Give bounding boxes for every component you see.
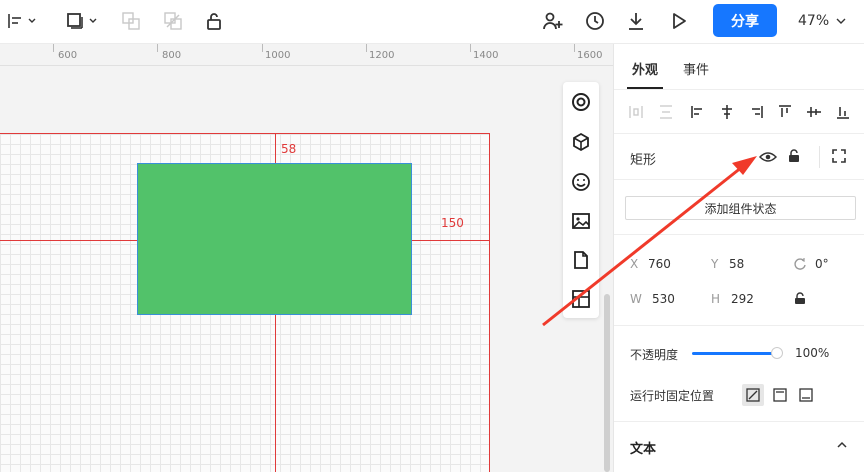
lock-button[interactable] (203, 7, 225, 35)
guide-right-label: 150 (441, 216, 464, 230)
divider (614, 325, 864, 326)
add-user-button[interactable] (541, 7, 565, 35)
align-left-icon (8, 14, 36, 28)
distribute-vertical-icon[interactable] (658, 104, 674, 120)
properties-panel: 外观 事件 矩形 添加组件状态 X 760 Y 58 0° W 530 H 29… (613, 44, 864, 472)
chevron-up-icon[interactable] (836, 440, 848, 450)
align-right-icon[interactable] (748, 104, 764, 120)
fix-bottom-icon (799, 388, 813, 402)
unlock-icon[interactable] (788, 149, 800, 163)
add-state-label: 添加组件状态 (704, 201, 777, 216)
rotate-icon (794, 258, 806, 270)
eye-icon[interactable] (759, 151, 777, 163)
ruler-label: 1600 (577, 50, 603, 61)
active-tab-indicator (627, 87, 663, 89)
history-button[interactable] (583, 7, 607, 35)
history-icon (586, 12, 604, 30)
opacity-label: 不透明度 (630, 348, 679, 362)
text-section-title[interactable]: 文本 (630, 438, 656, 457)
tab-events[interactable]: 事件 (683, 59, 709, 78)
align-middle-vertical-icon[interactable] (806, 104, 822, 120)
layout-icon[interactable] (571, 289, 591, 309)
divider (819, 146, 820, 168)
fix-top-icon (773, 388, 787, 402)
ungroup-icon (164, 12, 182, 30)
tab-appearance[interactable]: 外观 (632, 59, 658, 78)
chevron-down-icon (836, 18, 846, 24)
distribute-horizontal-icon[interactable] (628, 104, 644, 120)
opacity-slider[interactable] (692, 352, 778, 355)
top-toolbar: 分享 47% (0, 0, 864, 44)
align-left-icon[interactable] (690, 104, 706, 120)
guide-line-bottom (275, 315, 276, 472)
guide-line-right (412, 240, 490, 241)
w-input[interactable]: 530 (652, 292, 675, 306)
opacity-value[interactable]: 100% (795, 346, 829, 360)
fullscreen-icon[interactable] (832, 149, 846, 163)
ruler-label: 1200 (369, 50, 395, 61)
x-input[interactable]: 760 (648, 257, 671, 271)
alignment-toolbar (614, 90, 864, 134)
design-canvas[interactable]: 600 800 1000 1200 1400 1600 58 150 (0, 44, 613, 472)
insert-toolbar (563, 82, 599, 318)
fixed-bottom-button[interactable] (795, 384, 817, 406)
y-input[interactable]: 58 (729, 257, 744, 271)
image-icon[interactable] (571, 211, 591, 231)
ruler-label: 600 (58, 50, 78, 61)
fixed-position-label: 运行时固定位置 (630, 389, 715, 403)
layer-icon (67, 13, 97, 29)
add-component-state-button[interactable]: 添加组件状态 (625, 196, 856, 220)
layer-dropdown-button[interactable] (65, 7, 101, 35)
h-input[interactable]: 292 (731, 292, 754, 306)
rotation-input[interactable]: 0° (815, 257, 829, 271)
component-icon[interactable] (571, 132, 591, 152)
canvas-scrollbar[interactable] (604, 294, 610, 472)
target-icon[interactable] (571, 92, 591, 112)
align-bottom-icon[interactable] (835, 104, 851, 120)
ungroup-button[interactable] (162, 7, 184, 35)
zoom-dropdown[interactable]: 47% (798, 10, 847, 32)
divider (614, 421, 864, 422)
ruler-label: 1000 (265, 50, 291, 61)
y-label: Y (711, 257, 719, 271)
group-button[interactable] (120, 7, 142, 35)
editor-app: 分享 47% 600 800 1000 1200 1400 1600 58 15… (0, 0, 864, 472)
opacity-slider-handle[interactable] (771, 347, 783, 359)
x-label: X (630, 257, 639, 271)
shape-header: 矩形 (614, 134, 864, 180)
no-fix-icon (746, 388, 760, 402)
add-user-icon (543, 12, 563, 30)
fixed-top-button[interactable] (769, 384, 791, 406)
aspect-lock-icon[interactable] (794, 292, 806, 305)
fixed-none-button[interactable] (742, 384, 764, 406)
zoom-level-value: 47% (798, 13, 830, 29)
guide-line-left (0, 240, 137, 241)
w-label: W (630, 292, 642, 306)
share-button[interactable]: 分享 (713, 4, 777, 37)
download-icon (629, 13, 643, 30)
h-label: H (711, 292, 721, 306)
file-icon[interactable] (571, 250, 591, 270)
panel-tabs: 外观 事件 (614, 44, 864, 90)
guide-top-label: 58 (281, 142, 297, 156)
shape-name-label: 矩形 (630, 153, 657, 168)
align-dropdown-button[interactable] (6, 7, 40, 35)
play-icon (673, 13, 686, 29)
lock-icon (207, 13, 221, 30)
ruler-label: 800 (162, 50, 182, 61)
align-top-icon[interactable] (777, 104, 793, 120)
horizontal-ruler: 600 800 1000 1200 1400 1600 (0, 44, 613, 66)
download-button[interactable] (625, 7, 647, 35)
emoji-icon[interactable] (571, 172, 591, 192)
ruler-label: 1400 (473, 50, 499, 61)
group-icon (122, 12, 140, 30)
preview-button[interactable] (668, 7, 690, 35)
divider (614, 234, 864, 235)
selected-rectangle[interactable] (137, 163, 412, 315)
align-center-horizontal-icon[interactable] (719, 104, 735, 120)
